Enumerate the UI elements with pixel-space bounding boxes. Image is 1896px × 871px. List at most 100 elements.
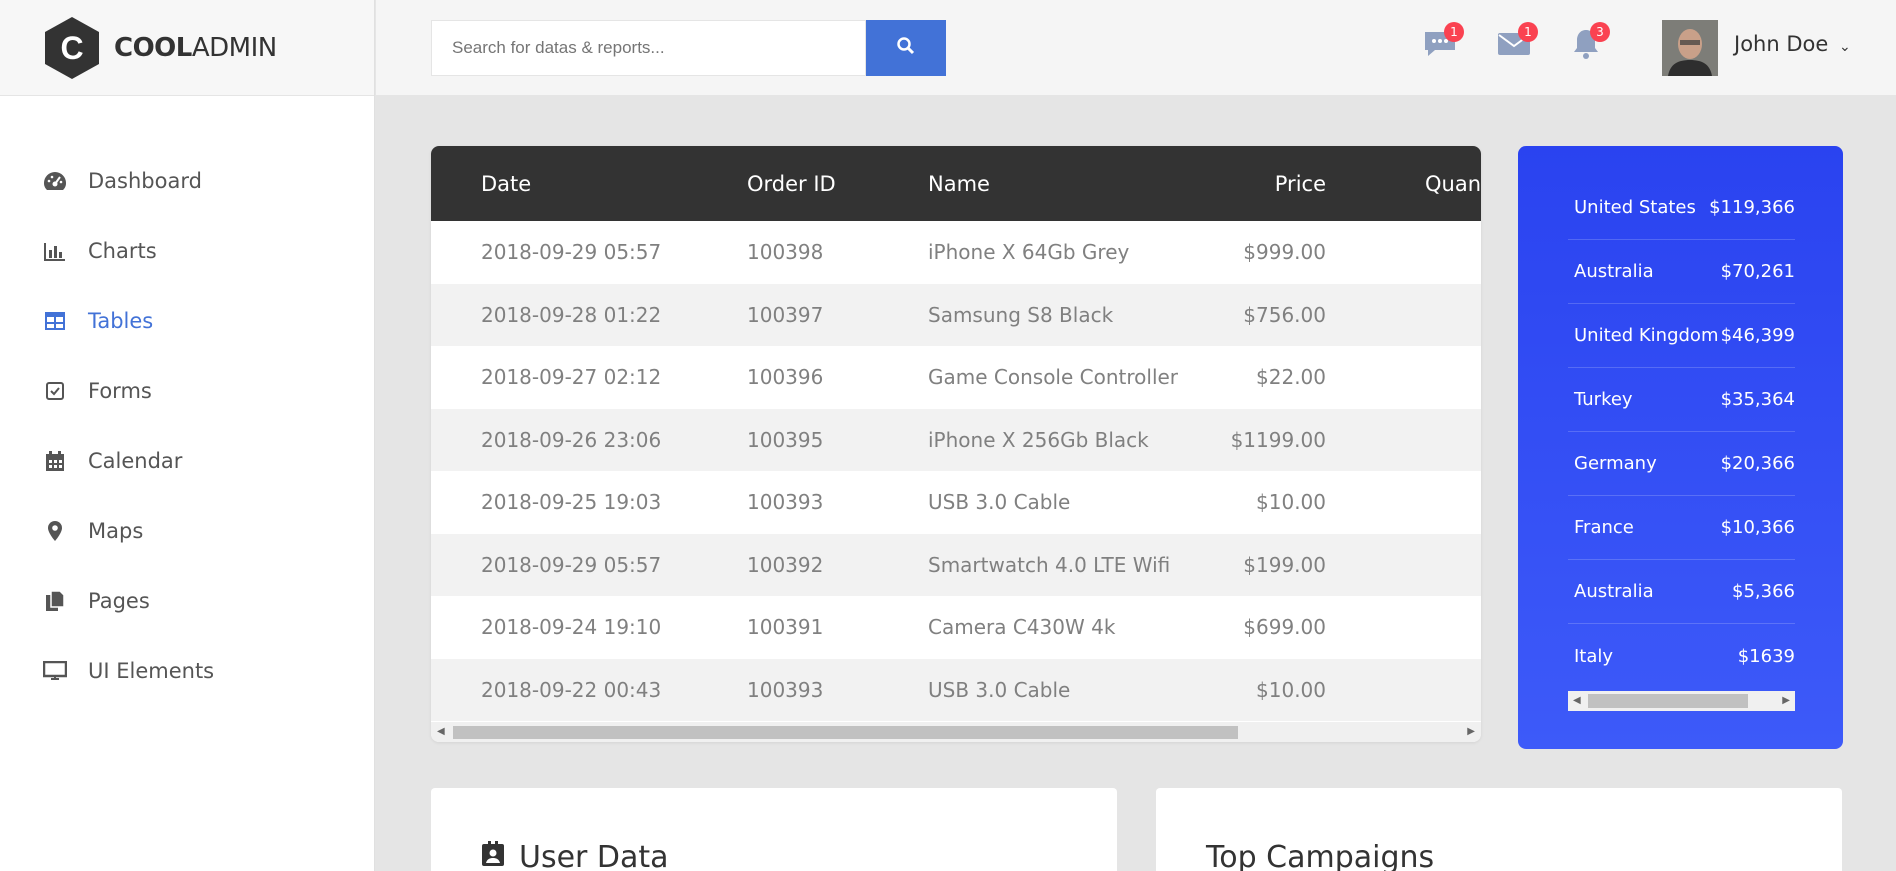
column-header-price[interactable]: Price xyxy=(1275,172,1326,196)
country-value: $70,261 xyxy=(1720,261,1795,282)
country-value: $10,366 xyxy=(1720,517,1795,538)
scrollbar-thumb[interactable] xyxy=(453,726,1238,739)
country-row: Italy $1639 xyxy=(1568,624,1795,688)
country-value: $46,399 xyxy=(1720,325,1795,346)
scroll-left-icon[interactable]: ◀ xyxy=(1573,695,1581,706)
column-header-name[interactable]: Name xyxy=(928,172,990,196)
cell-order-id: 100395 xyxy=(747,427,824,452)
sidebar-item-calendar[interactable]: Calendar xyxy=(0,426,374,496)
bar-chart-icon xyxy=(42,238,68,264)
table-row[interactable]: 2018-09-29 05:57 100392 Smartwatch 4.0 L… xyxy=(431,533,1481,596)
mail-button[interactable]: 1 xyxy=(1494,22,1538,66)
sidebar-item-label: Pages xyxy=(88,589,150,613)
cell-price: $199.00 xyxy=(1243,552,1326,577)
user-data-title: User Data xyxy=(481,840,669,871)
cell-price: $22.00 xyxy=(1256,365,1326,390)
sidebar-item-forms[interactable]: Forms xyxy=(0,356,374,426)
user-name: John Doe xyxy=(1734,32,1829,56)
top-campaigns-card: Top Campaigns xyxy=(1156,788,1842,871)
table-row[interactable]: 2018-09-24 19:10 100391 Camera C430W 4k … xyxy=(431,596,1481,659)
cell-date: 2018-09-29 05:57 xyxy=(481,240,662,265)
column-header-date[interactable]: Date xyxy=(481,172,531,196)
cell-order-id: 100396 xyxy=(747,365,824,390)
sidebar-item-label: Tables xyxy=(88,309,154,333)
notifications-button[interactable]: 3 xyxy=(1566,22,1610,66)
logo[interactable]: C COOLADMIN xyxy=(0,0,374,96)
table-row[interactable]: 2018-09-26 23:06 100395 iPhone X 256Gb B… xyxy=(431,408,1481,471)
comments-button[interactable]: 1 xyxy=(1420,22,1464,66)
cell-date: 2018-09-22 00:43 xyxy=(481,677,662,702)
top-campaigns-title: Top Campaigns xyxy=(1206,840,1435,871)
cell-price: $10.00 xyxy=(1256,677,1326,702)
map-marker-icon xyxy=(42,518,68,544)
cell-order-id: 100398 xyxy=(747,240,824,265)
country-row: Turkey $35,364 xyxy=(1568,368,1795,432)
search-icon xyxy=(896,36,916,60)
country-name: France xyxy=(1574,517,1634,538)
search-input[interactable] xyxy=(431,20,866,76)
sidebar-item-charts[interactable]: Charts xyxy=(0,216,374,286)
search-button[interactable] xyxy=(866,20,946,76)
cell-date: 2018-09-25 19:03 xyxy=(481,490,662,515)
cell-order-id: 100397 xyxy=(747,302,824,327)
cell-price: $756.00 xyxy=(1243,302,1326,327)
scrollbar-thumb[interactable] xyxy=(1588,694,1748,708)
table-row[interactable]: 2018-09-27 02:12 100396 Game Console Con… xyxy=(431,346,1481,409)
logo-text: COOLADMIN xyxy=(114,32,277,63)
cell-price: $699.00 xyxy=(1243,615,1326,640)
table-row[interactable]: 2018-09-29 05:57 100398 iPhone X 64Gb Gr… xyxy=(431,221,1481,284)
column-header-quantity[interactable]: Quan xyxy=(1425,172,1481,196)
sidebar: C COOLADMIN Dashboard Charts Tables Form… xyxy=(0,0,375,871)
cell-name: Game Console Controller xyxy=(928,365,1179,390)
cell-date: 2018-09-29 05:57 xyxy=(481,552,662,577)
sidebar-item-maps[interactable]: Maps xyxy=(0,496,374,566)
copy-icon xyxy=(42,588,68,614)
notification-badge: 1 xyxy=(1518,22,1538,42)
table-row[interactable]: 2018-09-22 00:43 100393 USB 3.0 Cable $1… xyxy=(431,658,1481,721)
notification-badge: 3 xyxy=(1590,22,1610,42)
sidebar-item-dashboard[interactable]: Dashboard xyxy=(0,146,374,216)
country-row: United Kingdom $46,399 xyxy=(1568,304,1795,368)
sidebar-item-label: UI Elements xyxy=(88,659,215,683)
country-row: France $10,366 xyxy=(1568,496,1795,560)
table-row[interactable]: 2018-09-28 01:22 100397 Samsung S8 Black… xyxy=(431,283,1481,346)
sidebar-item-label: Maps xyxy=(88,519,144,543)
table-horizontal-scrollbar[interactable]: ◀ ▶ xyxy=(431,722,1481,742)
scroll-right-icon[interactable]: ▶ xyxy=(1782,695,1790,706)
sidebar-item-tables[interactable]: Tables xyxy=(0,286,374,356)
country-row: Australia $5,366 xyxy=(1568,560,1795,624)
country-name: Italy xyxy=(1574,645,1614,667)
country-value: $1639 xyxy=(1737,645,1795,667)
country-value: $5,366 xyxy=(1732,581,1795,602)
desktop-icon xyxy=(42,658,68,684)
cell-name: USB 3.0 Cable xyxy=(928,490,1071,515)
country-row: Germany $20,366 xyxy=(1568,432,1795,496)
sidebar-item-label: Calendar xyxy=(88,449,183,473)
scroll-right-icon[interactable]: ▶ xyxy=(1467,726,1475,737)
scroll-left-icon[interactable]: ◀ xyxy=(437,726,445,737)
top-countries-card: United States $119,366 Australia $70,261… xyxy=(1518,146,1843,749)
cell-name: Camera C430W 4k xyxy=(928,615,1116,640)
cell-order-id: 100393 xyxy=(747,490,824,515)
avatar[interactable] xyxy=(1662,20,1718,76)
cell-order-id: 100393 xyxy=(747,677,824,702)
logo-hexagon-icon: C xyxy=(42,15,102,81)
cell-price: $999.00 xyxy=(1243,240,1326,265)
country-name: Turkey xyxy=(1574,389,1633,410)
column-header-order-id[interactable]: Order ID xyxy=(747,172,836,196)
sidebar-item-ui-elements[interactable]: UI Elements xyxy=(0,636,374,706)
sidebar-item-pages[interactable]: Pages xyxy=(0,566,374,636)
country-value: $119,366 xyxy=(1709,197,1795,218)
cell-name: Samsung S8 Black xyxy=(928,302,1114,327)
countries-horizontal-scrollbar[interactable]: ◀ ▶ xyxy=(1568,691,1795,711)
table-row[interactable]: 2018-09-25 19:03 100393 USB 3.0 Cable $1… xyxy=(431,471,1481,534)
cell-date: 2018-09-26 23:06 xyxy=(481,427,662,452)
country-row: Australia $70,261 xyxy=(1568,240,1795,304)
cell-order-id: 100391 xyxy=(747,615,824,640)
country-name: United Kingdom xyxy=(1574,325,1719,346)
cell-name: Smartwatch 4.0 LTE Wifi xyxy=(928,552,1171,577)
chevron-down-icon: ⌄ xyxy=(1838,39,1851,55)
user-menu[interactable]: John Doe ⌄ xyxy=(1734,32,1851,56)
notification-badge: 1 xyxy=(1444,22,1464,42)
user-data-card: User Data xyxy=(431,788,1117,871)
